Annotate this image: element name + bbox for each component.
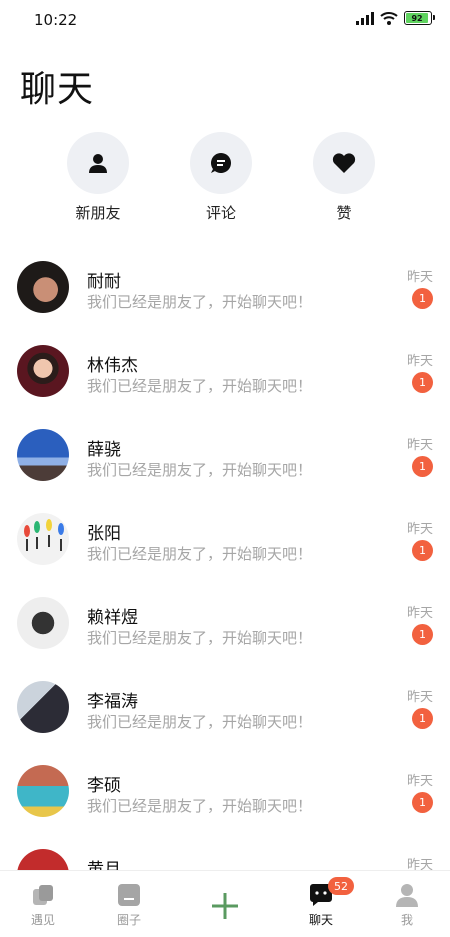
unread-badge: 1 [412, 540, 433, 561]
chat-preview: 我们已经是朋友了，开始聊天吧！ [87, 713, 313, 731]
chat-preview: 我们已经是朋友了，开始聊天吧！ [87, 545, 313, 563]
chat-preview: 我们已经是朋友了，开始聊天吧！ [87, 461, 313, 479]
nav-encounter-label: 遇见 [30, 913, 55, 927]
battery-icon: 92 [404, 11, 435, 25]
avatar [17, 597, 69, 649]
likes-label: 赞 [336, 204, 352, 222]
chat-time: 昨天 [406, 438, 433, 453]
comments-shortcut[interactable]: 评论 [171, 132, 271, 223]
heart-icon [313, 132, 375, 194]
person-icon [67, 132, 129, 194]
chat-name: 耐耐 [87, 272, 121, 292]
bottom-nav: 遇见 圈子 52 聊天 我 [0, 870, 450, 937]
unread-badge: 1 [412, 288, 433, 309]
status-time: 10:22 [34, 11, 78, 29]
chat-name: 李福涛 [87, 692, 138, 712]
avatar [17, 681, 69, 733]
chat-time: 昨天 [406, 690, 433, 705]
chat-name: 林伟杰 [87, 356, 138, 376]
new-friends-label: 新朋友 [75, 204, 121, 222]
avatar [17, 345, 69, 397]
chat-time: 昨天 [406, 606, 433, 621]
chat-name: 李硕 [87, 776, 121, 796]
chat-item[interactable]: 林伟杰 我们已经是朋友了，开始聊天吧！ 昨天 1 [0, 330, 450, 414]
wifi-icon [380, 12, 398, 25]
avatar [17, 429, 69, 481]
unread-badge: 1 [412, 624, 433, 645]
circle-icon [118, 884, 140, 906]
nav-profile-label: 我 [400, 913, 413, 927]
avatar [17, 261, 69, 313]
nav-post[interactable] [190, 891, 260, 921]
shortcut-row: 新朋友 评论 赞 [0, 132, 450, 222]
chat-preview: 我们已经是朋友了，开始聊天吧！ [87, 293, 313, 311]
unread-badge: 1 [412, 708, 433, 729]
nav-circle-label: 圈子 [116, 913, 141, 927]
chat-item[interactable]: 张阳 我们已经是朋友了，开始聊天吧！ 昨天 1 [0, 498, 450, 582]
plus-icon [212, 893, 238, 919]
chat-preview: 我们已经是朋友了，开始聊天吧！ [87, 797, 313, 815]
chat-item[interactable]: 赖祥煜 我们已经是朋友了，开始聊天吧！ 昨天 1 [0, 582, 450, 666]
nav-encounter[interactable]: 遇见 [8, 883, 78, 928]
nav-circle[interactable]: 圈子 [94, 883, 164, 928]
chat-preview: 我们已经是朋友了，开始聊天吧！ [87, 629, 313, 647]
encounter-icon [33, 885, 53, 905]
battery-level: 92 [406, 13, 429, 23]
likes-shortcut[interactable]: 赞 [294, 132, 394, 223]
signal-icon [356, 11, 374, 25]
comments-label: 评论 [205, 204, 236, 222]
comment-bubble-icon [190, 132, 252, 194]
status-bar: 10:22 92 [0, 0, 450, 40]
unread-badge: 1 [412, 456, 433, 477]
nav-chat-label: 聊天 [308, 913, 333, 927]
unread-badge: 1 [412, 792, 433, 813]
avatar [17, 513, 69, 565]
chat-time: 昨天 [406, 270, 433, 285]
chat-item[interactable]: 李福涛 我们已经是朋友了，开始聊天吧！ 昨天 1 [0, 666, 450, 750]
chat-item[interactable]: 耐耐 我们已经是朋友了，开始聊天吧！ 昨天 1 [0, 246, 450, 330]
unread-badge: 1 [412, 372, 433, 393]
avatar [17, 765, 69, 817]
chat-name: 赖祥煜 [87, 608, 138, 628]
profile-icon [396, 884, 418, 907]
chat-item[interactable]: 薛骁 我们已经是朋友了，开始聊天吧！ 昨天 1 [0, 414, 450, 498]
nav-chat[interactable]: 52 聊天 [286, 877, 356, 928]
chat-preview: 我们已经是朋友了，开始聊天吧！ [87, 377, 313, 395]
nav-profile[interactable]: 我 [372, 883, 442, 928]
chat-item[interactable]: 李硕 我们已经是朋友了，开始聊天吧！ 昨天 1 [0, 750, 450, 834]
chat-unread-badge: 52 [328, 877, 354, 895]
chat-time: 昨天 [406, 354, 433, 369]
chat-name: 张阳 [87, 524, 121, 544]
new-friends-shortcut[interactable]: 新朋友 [48, 132, 148, 223]
chat-time: 昨天 [406, 522, 433, 537]
status-icons: 92 [356, 11, 435, 25]
chat-time: 昨天 [406, 774, 433, 789]
chat-name: 薛骁 [87, 440, 121, 460]
page-title: 聊天 [20, 69, 95, 110]
